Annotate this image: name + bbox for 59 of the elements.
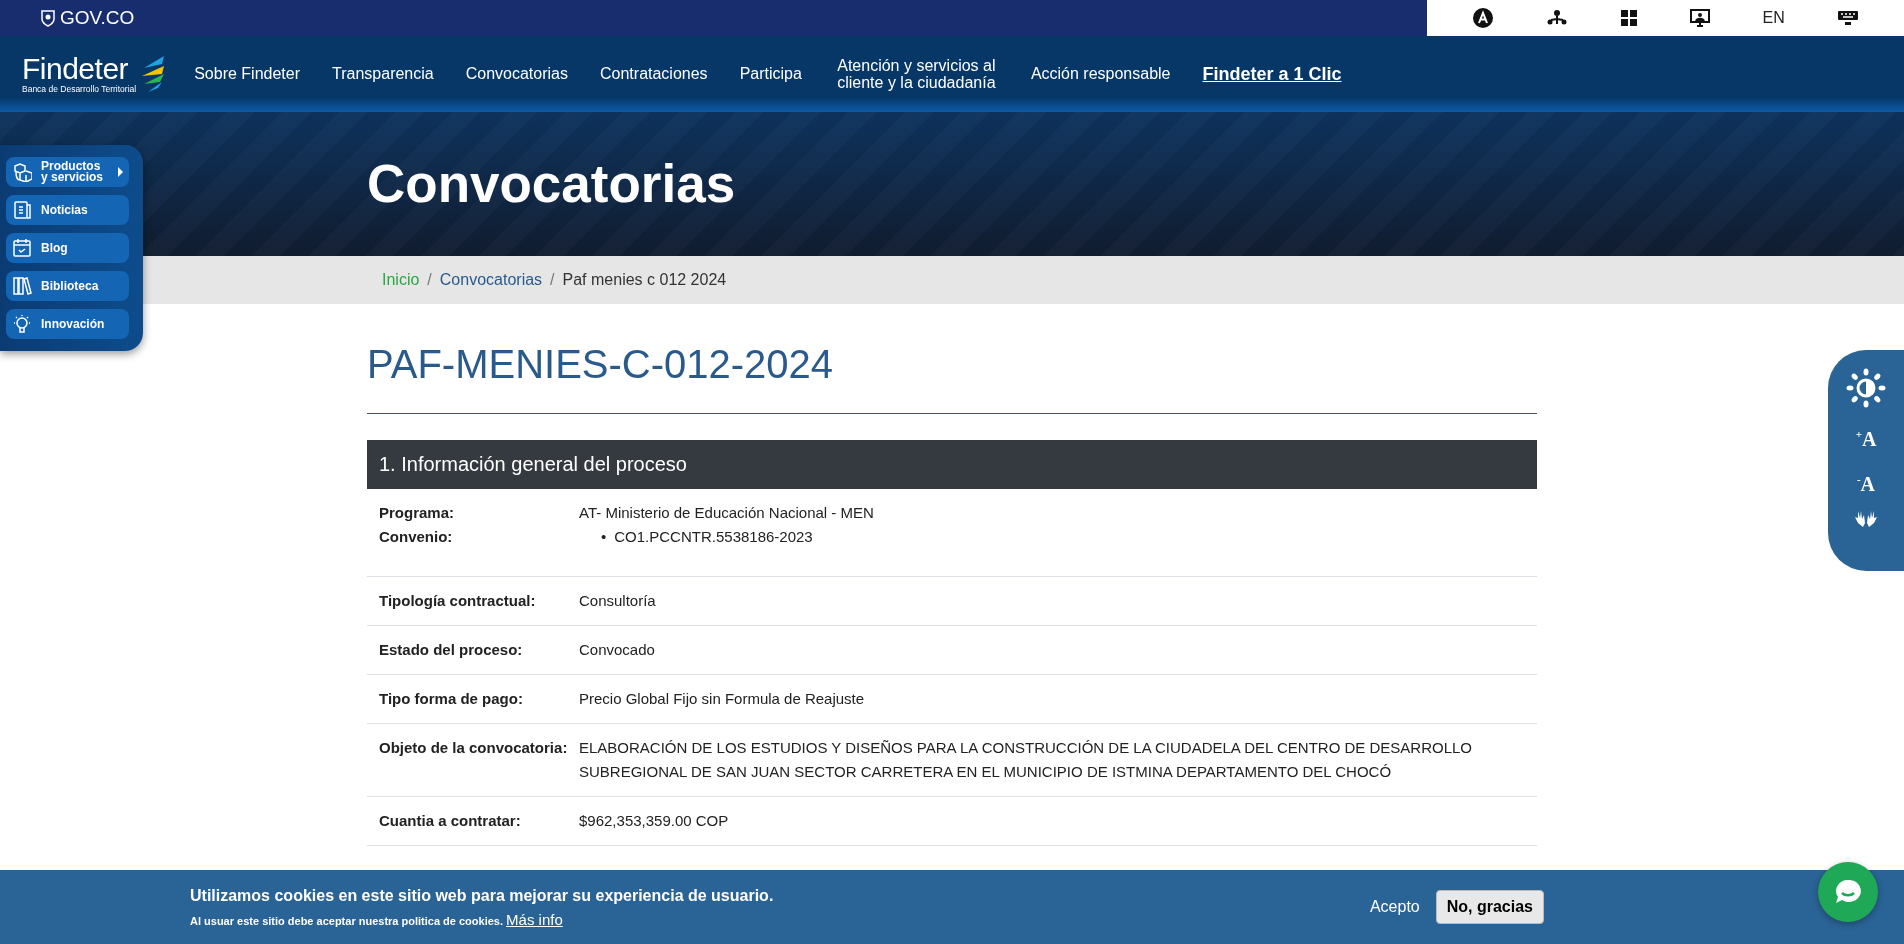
newspaper-icon (12, 200, 32, 220)
field-value: ELABORACIÓN DE LOS ESTUDIOS Y DISEÑOS PARA LA CONSTRUCCIÓN DE LA CIUDADELA DEL CENTRO DE DESARROLLO SUBREGIONAL DE SAN JUAN SECTOR CARRETERA EN EL MUNICIPIO DE ISTMINA DEPARTAMENTO DEL CHOCÓ (579, 738, 1473, 782)
accessibility-icon[interactable] (1473, 8, 1494, 28)
nav-link[interactable]: Findeter a 1 Clic (1202, 63, 1342, 85)
nav-link[interactable]: Sobre Findeter (194, 65, 301, 83)
logo-tagline: Banca de Desarrollo Territorial (22, 84, 137, 94)
field-label: Estado del proceso: (379, 640, 524, 660)
shield-icon (40, 9, 56, 27)
section-title: 1. Información general del proceso (379, 453, 687, 476)
field-value: Convocado (579, 640, 656, 660)
field-value: Precio Global Fijo sin Formula de Reajuste (579, 689, 866, 709)
nav-link[interactable]: Convocatorias (465, 65, 568, 83)
language-link[interactable]: EN (1762, 9, 1785, 27)
cubes-icon (12, 162, 32, 182)
monitor-icon[interactable] (1689, 9, 1710, 27)
field-value: AT- Ministerio de Educación Nacional - MEN (579, 503, 875, 523)
cookie-message: Utilizamos cookies en este sitio web para mejorar su experiencia de usuario. (190, 886, 775, 905)
keyboard-icon[interactable] (1837, 10, 1858, 26)
contrast-icon[interactable] (1846, 368, 1886, 408)
field-value: Consultoría (579, 591, 657, 611)
breadcrumb-item: Paf menies c 012 2024 (562, 271, 727, 289)
accept-button[interactable]: Acepto (1363, 897, 1426, 917)
field-label: Tipología contractual: (379, 591, 537, 611)
side-menu-item[interactable]: Productos y servicios (6, 157, 129, 187)
field-value: $962,353,359.00 COP (579, 811, 730, 831)
nav-link[interactable]: Participa (739, 65, 802, 83)
page-title: PAF-MENIES-C-012-2024 (367, 342, 1537, 414)
decline-button[interactable]: No, gracias (1435, 890, 1544, 924)
breadcrumb-separator: / (427, 271, 432, 289)
nav-link[interactable]: Contrataciones (600, 65, 708, 83)
field-label: Convenio: (379, 527, 454, 547)
books-icon (12, 276, 32, 296)
field-label: Objeto de la convocatoria: (379, 738, 569, 758)
hero-title: Convocatorias (367, 153, 737, 215)
cookie-notice: Al usuar este sitio debe aceptar nuestra politica de cookies. Más info (190, 910, 564, 928)
grid-icon[interactable] (1620, 10, 1637, 26)
field-label: Tipo forma de pago: (379, 689, 524, 709)
breadcrumb-separator: / (550, 271, 555, 289)
people-network-icon[interactable] (1546, 9, 1569, 27)
stripes-logo-icon (140, 54, 167, 94)
nav-link[interactable]: Acción responsable (1030, 65, 1171, 83)
side-menu-item[interactable]: Biblioteca (6, 271, 129, 301)
findeter-logo-text[interactable]: Findeter (22, 54, 137, 84)
increase-text-button[interactable]: $^{+}$A (1855, 420, 1877, 453)
gov-logo-text[interactable]: GOV.CO (60, 7, 135, 29)
more-info-link[interactable]: Más info (506, 910, 563, 928)
field-label: Cuantia a contratar: (379, 811, 522, 831)
side-menu-item[interactable]: Noticias (6, 195, 129, 225)
side-menu-item[interactable]: Blog (6, 233, 129, 263)
side-menu-item[interactable]: Innovación (6, 309, 129, 339)
field-label: Programa: (379, 503, 456, 523)
bullet: • (601, 527, 607, 547)
nav-link[interactable]: Atención y servicios al cliente y la ciudadanía (833, 57, 999, 91)
breadcrumb-item[interactable]: Convocatorias (439, 271, 543, 289)
decrease-text-button[interactable]: $^{-}$A (1856, 464, 1876, 498)
list-item: CO1.PCCNTR.5538186-2023 (614, 527, 813, 547)
calendar-icon (12, 238, 32, 258)
nav-link[interactable]: Transparencia (332, 65, 434, 83)
lightbulb-icon (12, 314, 32, 334)
